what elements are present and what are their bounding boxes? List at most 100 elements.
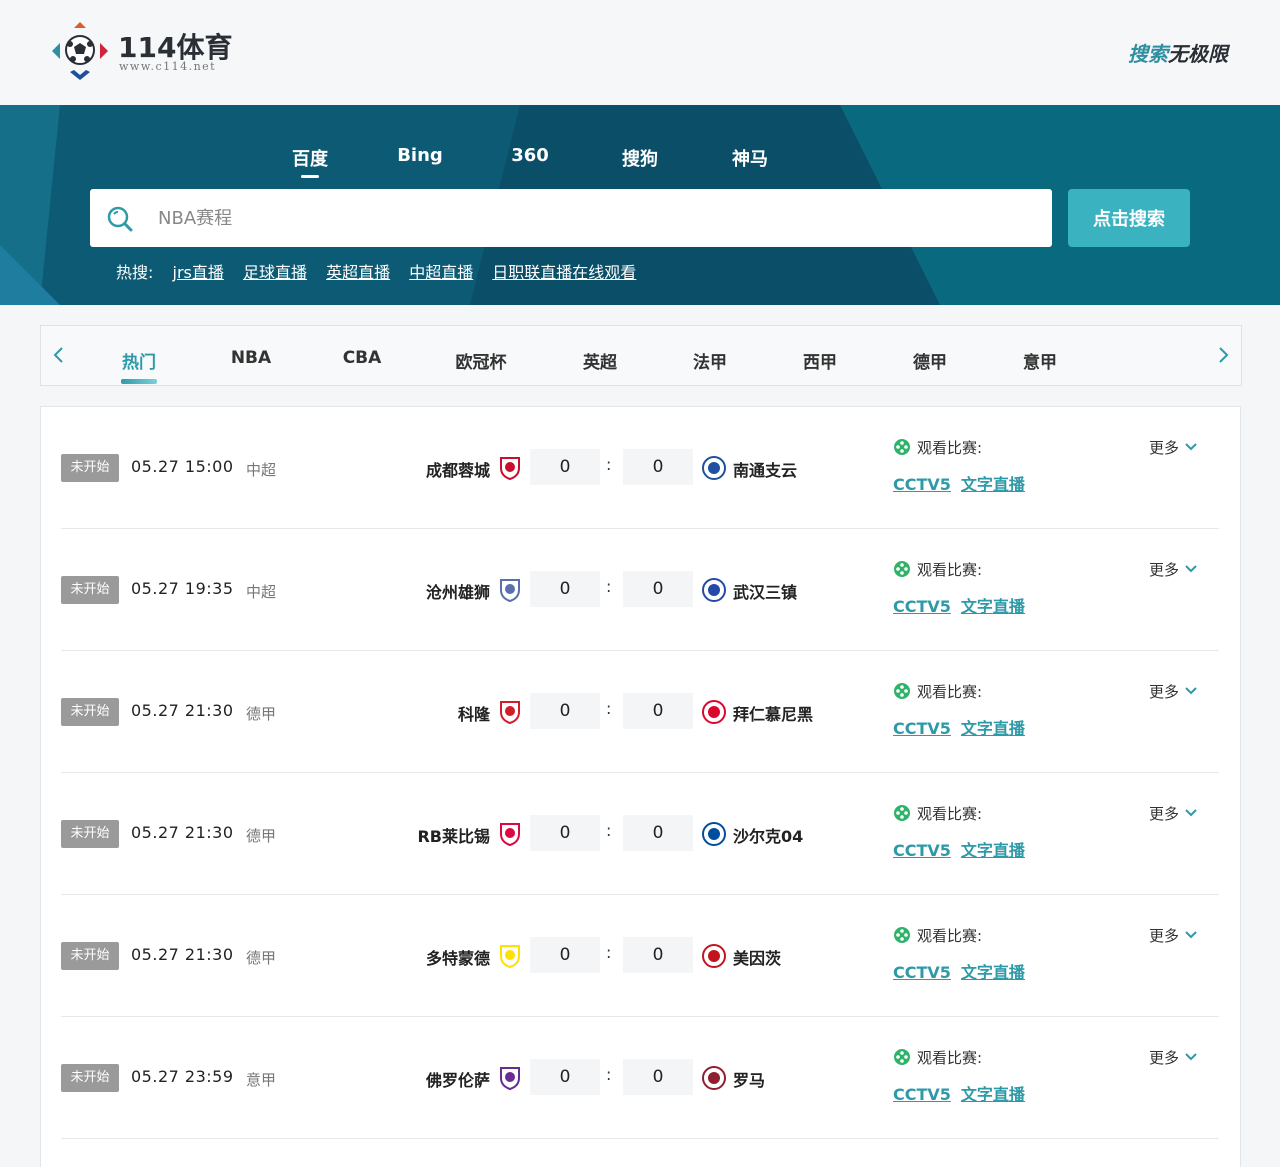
watch-label: 观看比赛: [893,437,982,458]
match-league: 德甲 [246,705,277,723]
text-live-link[interactable]: 文字直播 [961,963,1025,982]
text-live-link[interactable]: 文字直播 [961,719,1025,738]
score-separator: : [606,821,612,840]
tab-ucl[interactable]: 欧冠杯 [436,348,526,373]
home-team-name[interactable]: 佛罗伦萨 [426,1067,490,1091]
logo-url: www.c114.net [119,60,217,73]
watch-label-text: 观看比赛: [917,683,983,701]
match-row: 未开始 05.27 21:30 德甲 科隆 0 : 0 拜仁慕尼黑 观看比赛: … [61,651,1219,773]
home-team-name[interactable]: RB莱比锡 [417,823,490,847]
cctv5-link[interactable]: CCTV5 [893,475,951,494]
engine-tab-baidu[interactable]: 百度 [270,145,350,178]
home-team-name[interactable]: 多特蒙德 [426,945,490,969]
match-time: 05.27 21:30 [131,945,234,964]
more-dropdown[interactable]: 更多 [1149,559,1197,580]
more-label: 更多 [1149,805,1180,823]
watch-label-text: 观看比赛: [917,805,983,823]
tab-cba[interactable]: CBA [317,348,407,368]
match-status-badge: 未开始 [61,820,119,848]
cctv5-link[interactable]: CCTV5 [893,963,951,982]
score-separator: : [606,577,612,596]
chevron-down-icon [1185,687,1197,695]
tab-ligue1[interactable]: 法甲 [665,348,755,373]
more-dropdown[interactable]: 更多 [1149,925,1197,946]
chevron-down-icon [1185,931,1197,939]
away-team-crest-icon [702,456,726,480]
tab-nba[interactable]: NBA [206,348,296,368]
more-dropdown[interactable]: 更多 [1149,803,1197,824]
tab-laliga[interactable]: 西甲 [775,348,865,373]
stream-links: CCTV5 文字直播 [893,1081,1035,1105]
home-team-name[interactable]: 成都蓉城 [426,457,490,481]
match-league: 德甲 [246,949,277,967]
match-status-badge: 未开始 [61,698,119,726]
watch-label: 观看比赛: [893,803,982,824]
away-team-name[interactable]: 武汉三镇 [733,579,797,603]
stream-links: CCTV5 文字直播 [893,593,1035,617]
engine-tab-360[interactable]: 360 [490,145,570,166]
match-row: 未开始 05.27 21:30 德甲 多特蒙德 0 : 0 美因茨 观看比赛: … [61,895,1219,1017]
home-team-crest-icon [500,945,520,969]
play-reel-icon [894,805,910,821]
away-team-name[interactable]: 罗马 [733,1067,765,1091]
stream-links: CCTV5 文字直播 [893,837,1035,861]
match-time: 05.27 21:30 [131,701,234,720]
search-input[interactable] [158,203,1018,233]
text-live-link[interactable]: 文字直播 [961,475,1025,494]
away-team-crest-icon [702,700,726,724]
text-live-link[interactable]: 文字直播 [961,597,1025,616]
away-team-name[interactable]: 南通支云 [733,457,797,481]
watch-label-text: 观看比赛: [917,439,983,457]
score-separator: : [606,1065,612,1084]
match-row: 未开始 05.27 15:00 中超 成都蓉城 0 : 0 南通支云 观看比赛:… [61,407,1219,529]
hot-link-csl[interactable]: 中超直播 [409,263,473,282]
stream-links: CCTV5 文字直播 [893,715,1035,739]
watch-label-text: 观看比赛: [917,927,983,945]
cctv5-link[interactable]: CCTV5 [893,719,951,738]
search-button[interactable]: 点击搜索 [1068,189,1190,247]
cctv5-link[interactable]: CCTV5 [893,841,951,860]
more-dropdown[interactable]: 更多 [1149,1047,1197,1068]
away-team-name[interactable]: 美因茨 [733,945,781,969]
away-score: 0 [623,815,693,851]
match-row: 未开始 05.27 21:30 德甲 RB莱比锡 0 : 0 沙尔克04 观看比… [61,773,1219,895]
match-league: 中超 [246,461,277,479]
tab-seriea[interactable]: 意甲 [995,348,1085,373]
chevron-right-icon[interactable] [1211,342,1235,368]
tab-epl[interactable]: 英超 [555,348,645,373]
hot-link-jleague[interactable]: 日职联直播在线观看 [492,263,636,282]
home-team-name[interactable]: 科隆 [458,701,490,725]
more-label: 更多 [1149,927,1180,945]
home-team-name[interactable]: 沧州雄狮 [426,579,490,603]
hot-link-epl[interactable]: 英超直播 [326,263,390,282]
chevron-left-icon[interactable] [47,342,71,368]
text-live-link[interactable]: 文字直播 [961,841,1025,860]
match-league: 中超 [246,583,277,601]
tab-bundesliga[interactable]: 德甲 [885,348,975,373]
more-dropdown[interactable]: 更多 [1149,681,1197,702]
cctv5-link[interactable]: CCTV5 [893,1085,951,1104]
away-team-crest-icon [702,822,726,846]
home-team-crest-icon [500,701,520,725]
cctv5-link[interactable]: CCTV5 [893,597,951,616]
chevron-down-icon [1185,1053,1197,1061]
engine-tab-sogou[interactable]: 搜狗 [600,145,680,171]
watch-label: 观看比赛: [893,681,982,702]
engine-tab-bing[interactable]: Bing [380,145,460,166]
home-score: 0 [530,693,600,729]
more-label: 更多 [1149,561,1180,579]
site-header: 114体育 www.c114.net 搜索无极限 [0,0,1280,105]
away-score: 0 [623,693,693,729]
engine-tab-shenma[interactable]: 神马 [710,145,790,171]
away-team-name[interactable]: 沙尔克04 [733,823,803,847]
site-logo[interactable]: 114体育 www.c114.net [48,20,238,82]
text-live-link[interactable]: 文字直播 [961,1085,1025,1104]
match-list: 未开始 05.27 15:00 中超 成都蓉城 0 : 0 南通支云 观看比赛:… [40,406,1241,1167]
hot-link-football[interactable]: 足球直播 [243,263,307,282]
hot-link-jrs[interactable]: jrs直播 [173,263,224,282]
more-label: 更多 [1149,1049,1180,1067]
away-team-name[interactable]: 拜仁慕尼黑 [733,701,813,725]
tab-hot[interactable]: 热门 [94,348,184,384]
more-dropdown[interactable]: 更多 [1149,437,1197,458]
play-reel-icon [894,561,910,577]
